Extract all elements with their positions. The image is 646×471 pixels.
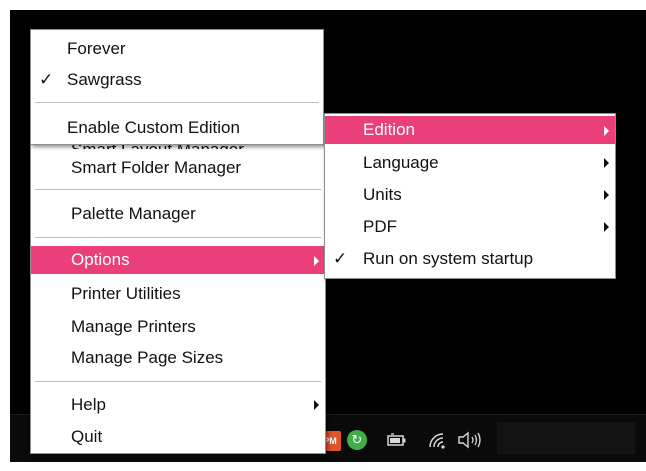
battery-icon[interactable] (386, 430, 408, 450)
menu-item-label: Language (363, 153, 439, 172)
wifi-icon[interactable] (426, 430, 450, 450)
menu-item-label: Units (363, 185, 402, 204)
menu-item-forever[interactable]: Forever (31, 34, 323, 63)
submenu-arrow-icon (604, 158, 609, 168)
checkmark-icon: ✓ (333, 249, 348, 268)
edition-submenu: Forever ✓ Sawgrass Enable Custom Edition (30, 29, 324, 145)
menu-item-quit[interactable]: Quit (31, 422, 325, 451)
menu-item-run-on-system-startup[interactable]: ✓ Run on system startup (325, 244, 615, 273)
options-submenu: Edition Language Units PDF ✓ Run on syst… (324, 113, 616, 279)
menu-item-pdf[interactable]: PDF (325, 212, 615, 241)
menu-item-units[interactable]: Units (325, 180, 615, 209)
menu-item-help[interactable]: Help (31, 390, 325, 419)
menu-separator (35, 102, 319, 103)
menu-item-label: Edition (363, 120, 415, 139)
menu-item-label: Smart Folder Manager (71, 158, 242, 177)
menu-item-label: Printer Utilities (71, 284, 181, 303)
menu-item-label: Sawgrass (67, 70, 142, 89)
menu-item-label: Options (71, 250, 130, 269)
menu-item-edition[interactable]: Edition (325, 116, 615, 144)
submenu-arrow-icon (314, 256, 319, 266)
menu-item-label: Run on system startup (363, 249, 534, 268)
menu-item-enable-custom-edition[interactable]: Enable Custom Edition (31, 113, 323, 142)
menu-item-sawgrass[interactable]: ✓ Sawgrass (31, 65, 323, 94)
volume-icon-graphic (458, 431, 481, 449)
menu-item-manage-printers[interactable]: Manage Printers (31, 312, 325, 341)
menu-item-label: Forever (67, 39, 126, 58)
main-context-menu: Smart Layout Manager Smart Folder Manage… (30, 118, 326, 454)
submenu-arrow-icon (604, 222, 609, 232)
wifi-icon-graphic (429, 433, 445, 449)
battery-icon-graphic (387, 433, 406, 446)
menu-separator (35, 381, 321, 382)
menu-item-smart-folder-manager[interactable]: Smart Folder Manager (31, 153, 325, 182)
submenu-arrow-icon (604, 126, 609, 136)
menu-item-label: Manage Printers (71, 317, 196, 336)
menu-item-label: Manage Page Sizes (71, 348, 224, 367)
sync-icon[interactable]: ↻ (347, 430, 367, 450)
menu-item-options[interactable]: Options (31, 246, 325, 274)
submenu-arrow-icon (314, 400, 319, 410)
menu-item-label: Quit (71, 427, 103, 446)
menu-item-label: Help (71, 395, 106, 414)
menu-item-label: PDF (363, 217, 397, 236)
submenu-arrow-icon (604, 190, 609, 200)
menu-item-label: Palette Manager (71, 204, 196, 223)
checkmark-icon: ✓ (39, 70, 54, 89)
menu-item-label: Enable Custom Edition (67, 118, 240, 137)
menu-item-language[interactable]: Language (325, 148, 615, 177)
menu-item-printer-utilities[interactable]: Printer Utilities (31, 279, 325, 308)
menu-separator (35, 237, 321, 238)
menu-item-palette-manager[interactable]: Palette Manager (31, 199, 325, 228)
taskbar-clock-area[interactable] (497, 422, 635, 454)
volume-icon[interactable] (456, 430, 488, 450)
menu-separator (35, 189, 321, 190)
menu-item-manage-page-sizes[interactable]: Manage Page Sizes (31, 343, 325, 372)
